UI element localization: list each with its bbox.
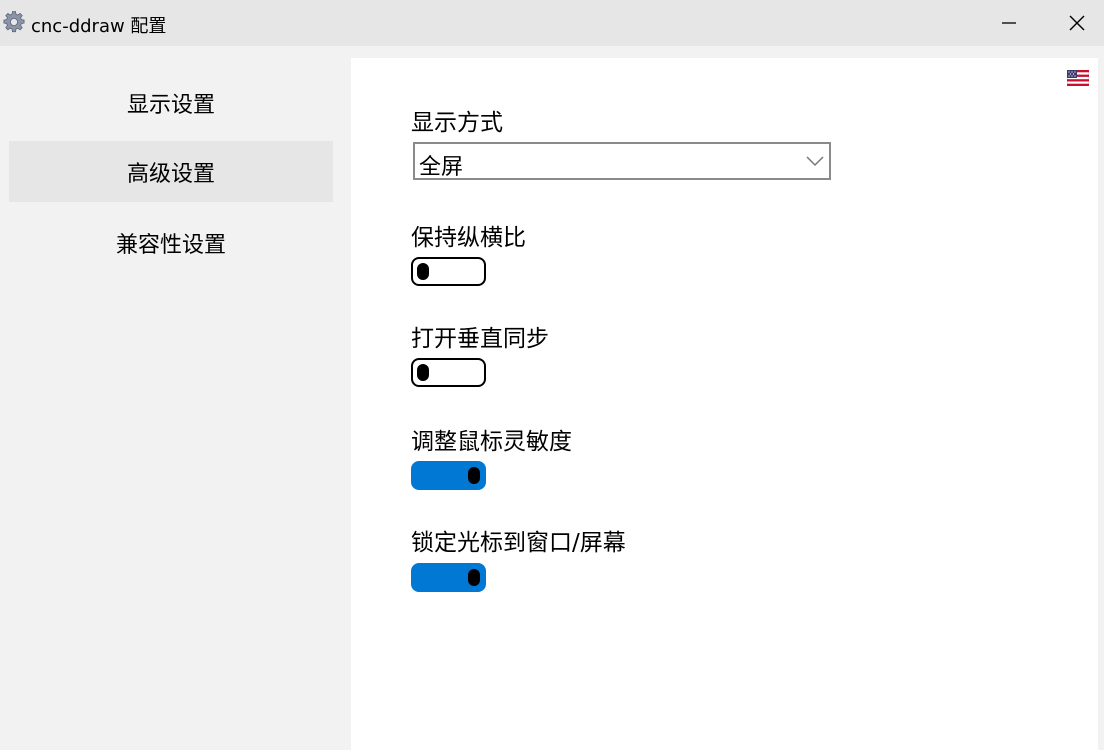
display-mode-label: 显示方式 (411, 110, 503, 136)
title-bar: cnc-ddraw 配置 (0, 0, 1104, 46)
keep-aspect-ratio-label: 保持纵横比 (411, 225, 526, 251)
lock-cursor-label: 锁定光标到窗口/屏幕 (411, 530, 626, 556)
sidebar-item-label: 兼容性设置 (115, 232, 226, 258)
vsync-label: 打开垂直同步 (411, 326, 549, 352)
display-mode-value: 全屏 (419, 155, 464, 180)
sidebar-item-label: 高级设置 (126, 161, 215, 187)
sidebar-item-label: 显示设置 (126, 92, 215, 118)
mouse-sensitivity-label: 调整鼠标灵敏度 (411, 429, 572, 455)
display-mode-select[interactable]: 全屏 (413, 142, 831, 180)
toggle-knob (468, 569, 480, 586)
mouse-sensitivity-toggle[interactable] (411, 461, 486, 490)
vsync-toggle[interactable] (411, 358, 486, 387)
sidebar: 显示设置 高级设置 兼容性设置 (0, 46, 351, 750)
sidebar-item-display-settings[interactable]: 显示设置 (9, 72, 333, 133)
toggle-knob (417, 263, 429, 280)
sidebar-item-advanced-settings[interactable]: 高级设置 (9, 141, 333, 202)
close-icon (1069, 15, 1085, 31)
settings-panel: 显示方式 全屏 保持纵横比 打开垂直同步 调整鼠标灵敏度 锁定光标到窗口/屏幕 (351, 58, 1098, 750)
gear-icon (3, 11, 25, 33)
sidebar-item-compatibility-settings[interactable]: 兼容性设置 (9, 212, 333, 273)
chevron-down-icon (806, 156, 824, 167)
lock-cursor-toggle[interactable] (411, 563, 486, 592)
keep-aspect-ratio-toggle[interactable] (411, 257, 486, 286)
close-button[interactable] (1054, 0, 1100, 46)
minimize-icon (1002, 22, 1016, 24)
window-title: cnc-ddraw 配置 (31, 16, 167, 37)
toggle-knob (417, 364, 429, 381)
toggle-knob (468, 467, 480, 484)
us-flag-icon[interactable] (1067, 70, 1089, 86)
minimize-button[interactable] (986, 0, 1032, 46)
